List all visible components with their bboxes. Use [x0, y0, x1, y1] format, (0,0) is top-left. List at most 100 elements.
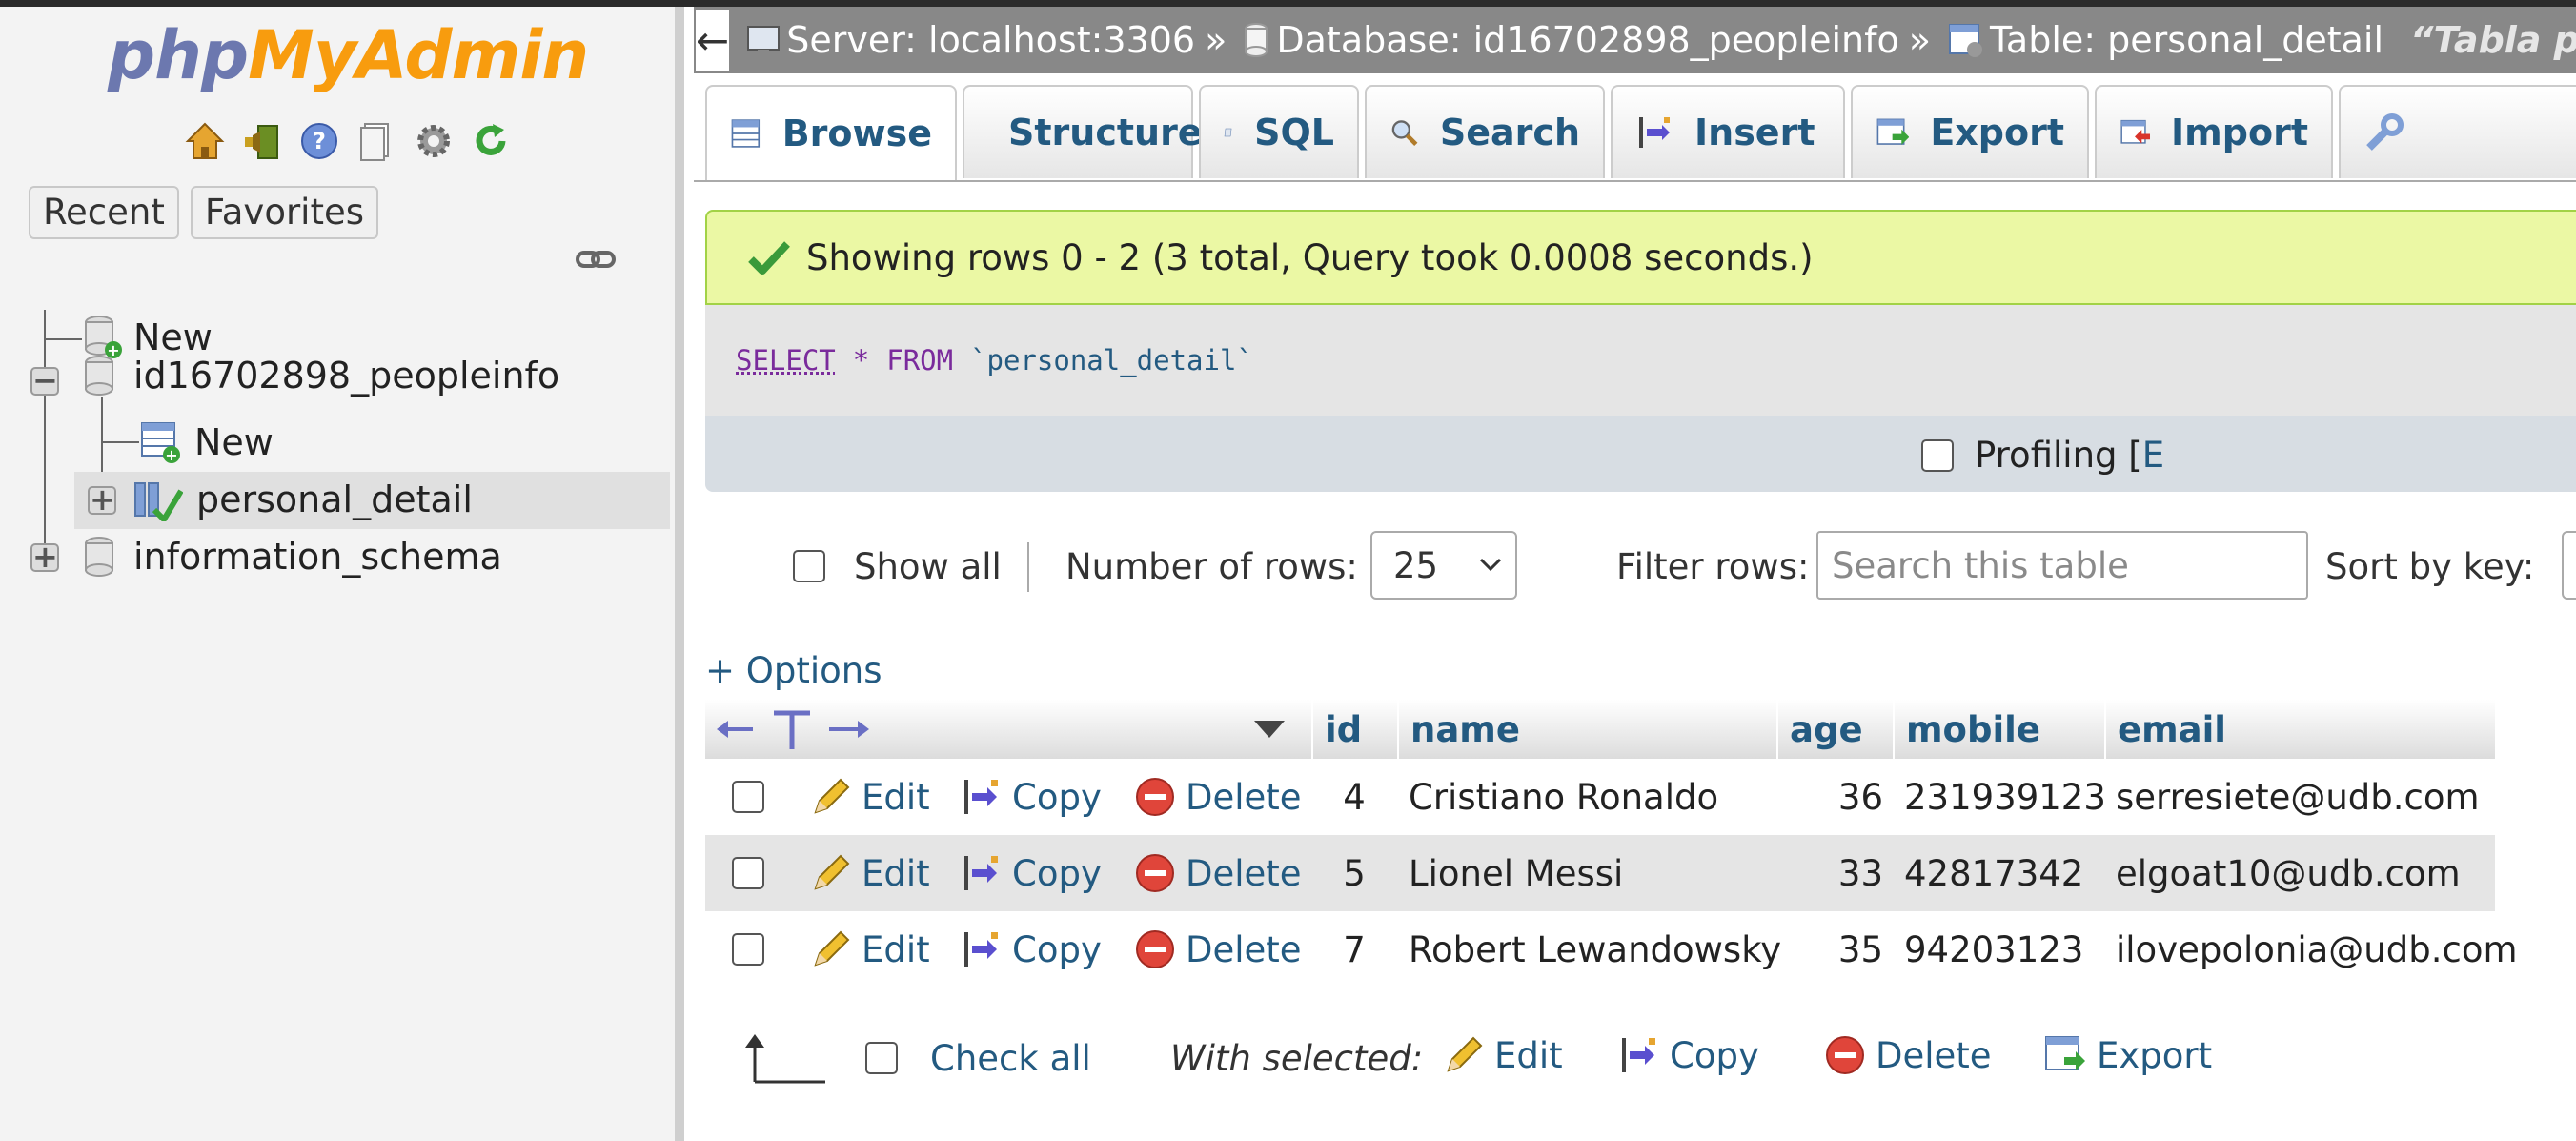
- link-with-main-panel-icon[interactable]: [576, 249, 616, 274]
- cell-email[interactable]: elgoat10@udb.com: [2116, 835, 2461, 911]
- tree-item-information-schema[interactable]: information_schema: [82, 529, 502, 584]
- nav-tab-favorites[interactable]: Favorites: [190, 186, 379, 239]
- column-header-age[interactable]: age: [1776, 700, 1893, 759]
- copy-label: Copy: [1012, 776, 1102, 818]
- column-header-email[interactable]: email: [2104, 700, 2495, 759]
- cell-mobile[interactable]: 231939123: [1904, 759, 2106, 835]
- tab-structure[interactable]: Structure: [963, 85, 1203, 178]
- number-of-rows-select[interactable]: 25: [1370, 531, 1517, 600]
- check-all-label[interactable]: Check all: [930, 1038, 1091, 1079]
- cell-mobile[interactable]: 94203123: [1904, 911, 2083, 988]
- nav-tab-recent[interactable]: Recent: [29, 186, 179, 239]
- cell-age[interactable]: 35: [1776, 911, 1883, 988]
- options-link[interactable]: + Options: [705, 650, 882, 691]
- pencil-icon: [1447, 1036, 1483, 1072]
- export-icon: [2045, 1036, 2085, 1070]
- filter-rows-input[interactable]: [1816, 531, 2308, 600]
- logout-icon[interactable]: [240, 119, 284, 163]
- profiling-label: Profiling [: [1975, 435, 2142, 476]
- cell-id[interactable]: 5: [1311, 835, 1397, 911]
- profiling-checkbox[interactable]: [1921, 438, 1954, 472]
- column-resize-arrows-icon[interactable]: [715, 707, 871, 755]
- row-delete-button[interactable]: Delete: [1134, 835, 1302, 911]
- collapse-toggle-db1[interactable]: −: [30, 365, 59, 396]
- row-checkbox[interactable]: [732, 857, 764, 889]
- row-copy-button[interactable]: Copy: [961, 759, 1102, 835]
- export-icon: [1876, 118, 1910, 145]
- sql-keyword-select[interactable]: SELECT: [736, 344, 836, 377]
- column-header-id[interactable]: id: [1311, 700, 1397, 759]
- table-structure-icon: [134, 482, 183, 521]
- column-header-mobile[interactable]: mobile: [1893, 700, 2104, 759]
- success-message: Showing rows 0 - 2 (3 total, Query took …: [705, 210, 2576, 305]
- reload-icon[interactable]: [469, 119, 513, 163]
- expand-toggle-personal-detail[interactable]: +: [88, 484, 116, 515]
- cell-name[interactable]: Robert Lewandowsky: [1409, 911, 1781, 988]
- chevron-down-icon: [1479, 558, 1502, 572]
- column-header-name[interactable]: name: [1397, 700, 1776, 759]
- sql-query-box: SELECT * FROM `personal_detail`: [705, 305, 2576, 416]
- sort-dropdown-triangle-icon[interactable]: [1252, 719, 1287, 744]
- tab-insert[interactable]: Insert: [1611, 85, 1845, 178]
- tree-item-new-table[interactable]: + New: [139, 415, 274, 470]
- edit-label: Edit: [862, 852, 930, 894]
- top-strip: [0, 0, 2576, 7]
- bulk-delete-button[interactable]: Delete: [1824, 1034, 1992, 1076]
- bulk-delete-label: Delete: [1876, 1034, 1992, 1076]
- row-delete-button[interactable]: Delete: [1134, 759, 1302, 835]
- documentation-icon[interactable]: [355, 119, 398, 163]
- phpmyadmin-logo[interactable]: phpMyAdmin: [108, 16, 589, 102]
- row-delete-button[interactable]: Delete: [1134, 911, 1302, 988]
- cell-name[interactable]: Lionel Messi: [1409, 835, 1623, 911]
- row-copy-button[interactable]: Copy: [961, 911, 1102, 988]
- expand-toggle-db2[interactable]: +: [30, 541, 59, 572]
- breadcrumb-database-label: Database: id16702898_peopleinfo: [1276, 19, 1899, 61]
- logo-php: php: [108, 16, 249, 94]
- row-checkbox[interactable]: [732, 781, 764, 813]
- tab-import[interactable]: Import: [2095, 85, 2333, 178]
- tab-browse[interactable]: Browse: [705, 85, 957, 180]
- navigation-panel: phpMyAdmin ? Recent Favorites + New − id…: [0, 7, 684, 1141]
- cell-age[interactable]: 33: [1776, 835, 1883, 911]
- tab-operations[interactable]: [2339, 85, 2576, 178]
- table-comment: “Tabla para r: [2410, 19, 2576, 61]
- check-all-checkbox[interactable]: [865, 1042, 898, 1074]
- tab-export-label: Export: [1930, 112, 2064, 153]
- bulk-copy-button[interactable]: Copy: [1618, 1034, 1759, 1076]
- row-copy-button[interactable]: Copy: [961, 835, 1102, 911]
- database-icon: [85, 537, 113, 577]
- breadcrumb: ← Server: localhost:3306 » Database: id1…: [694, 7, 2576, 73]
- tab-sql[interactable]: SQL: [1199, 85, 1359, 178]
- row-checkbox[interactable]: [732, 933, 764, 966]
- breadcrumb-server[interactable]: Server: localhost:3306: [744, 19, 1195, 61]
- breadcrumb-database[interactable]: Database: id16702898_peopleinfo: [1242, 19, 1899, 61]
- cell-age[interactable]: 36: [1776, 759, 1883, 835]
- row-edit-button[interactable]: Edit: [810, 835, 930, 911]
- row-edit-button[interactable]: Edit: [810, 911, 930, 988]
- bulk-copy-label: Copy: [1670, 1034, 1759, 1076]
- row-edit-button[interactable]: Edit: [810, 759, 930, 835]
- home-icon[interactable]: [183, 119, 227, 163]
- tree-item-personal-detail[interactable]: personal_detail: [133, 472, 473, 527]
- cell-id[interactable]: 4: [1311, 759, 1397, 835]
- cell-email[interactable]: ilovepolonia@udb.com: [2116, 911, 2518, 988]
- tree-item-id16702898-peopleinfo[interactable]: id16702898_peopleinfo: [82, 348, 559, 403]
- show-all-checkbox[interactable]: [793, 550, 825, 582]
- sort-by-key-select[interactable]: [2562, 531, 2576, 600]
- cell-mobile[interactable]: 42817342: [1904, 835, 2083, 911]
- cell-name[interactable]: Cristiano Ronaldo: [1409, 759, 1718, 835]
- tab-sql-label: SQL: [1254, 112, 1334, 153]
- tree-label-personal-detail: personal_detail: [196, 479, 473, 520]
- divider: [1027, 542, 1029, 592]
- tab-export[interactable]: Export: [1851, 85, 2089, 178]
- back-arrow-button[interactable]: ←: [696, 10, 730, 71]
- tab-search[interactable]: Search: [1365, 85, 1605, 178]
- help-icon[interactable]: ?: [297, 119, 341, 163]
- cell-email[interactable]: serresiete@udb.com: [2116, 759, 2480, 835]
- bulk-export-button[interactable]: Export: [2043, 1034, 2212, 1076]
- cell-id[interactable]: 7: [1311, 911, 1397, 988]
- profiling-edit-inline-link[interactable]: E: [2142, 435, 2164, 476]
- settings-gear-icon[interactable]: [412, 119, 456, 163]
- bulk-edit-button[interactable]: Edit: [1443, 1034, 1563, 1076]
- breadcrumb-table[interactable]: Table: personal_detail: [1946, 19, 2383, 61]
